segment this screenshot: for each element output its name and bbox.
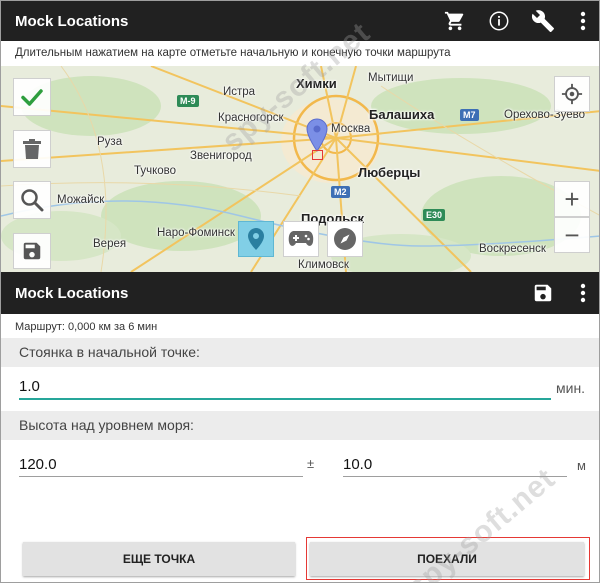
place-istra: Истра bbox=[223, 86, 256, 98]
place-mozhaysk: Можайск bbox=[57, 194, 105, 206]
mode-route-button[interactable] bbox=[238, 221, 274, 257]
place-naro: Наро-Фоминск bbox=[157, 227, 235, 239]
route-summary: Маршрут: 0,000 км за 6 мин bbox=[15, 321, 158, 333]
place-balashikha: Балашиха bbox=[369, 107, 435, 122]
altitude-section-header: Высота над уровнем моря: bbox=[1, 411, 599, 440]
map-pin-icon bbox=[248, 228, 264, 250]
place-voskresensk: Воскресенск bbox=[479, 243, 546, 255]
wrench-icon[interactable] bbox=[521, 1, 565, 41]
app-title: Mock Locations bbox=[15, 12, 129, 30]
mode-compass-button[interactable] bbox=[327, 221, 363, 257]
app-screen: Mock Locations Длительным нажатием на ка… bbox=[0, 0, 600, 583]
zoom-in-button[interactable]: + bbox=[554, 181, 590, 217]
crosshair-icon bbox=[561, 83, 583, 105]
delete-button[interactable] bbox=[13, 130, 51, 168]
place-ruza: Руза bbox=[97, 136, 123, 148]
altitude-unit: м bbox=[577, 458, 586, 473]
place-klimovsk: Климовск bbox=[298, 259, 349, 271]
save-icon[interactable] bbox=[521, 273, 565, 313]
road-shield-m2: M2 bbox=[331, 186, 350, 198]
stay-duration-input[interactable]: 1.0 bbox=[19, 378, 551, 400]
search-button[interactable] bbox=[13, 181, 51, 219]
place-mytishchi: Мытищи bbox=[368, 72, 414, 84]
stay-unit: мин. bbox=[556, 380, 586, 396]
save-icon bbox=[23, 242, 41, 260]
trash-icon bbox=[23, 139, 41, 159]
plus-minus-label: ± bbox=[307, 456, 315, 471]
my-location-button[interactable] bbox=[554, 76, 590, 112]
add-point-button[interactable]: ЕЩЕ ТОЧКА bbox=[23, 542, 295, 576]
confirm-button[interactable] bbox=[13, 78, 51, 116]
place-lyubertsy: Люберцы bbox=[358, 165, 421, 180]
stay-section-header: Стоянка в начальной точке: bbox=[1, 338, 599, 367]
info-icon[interactable] bbox=[477, 1, 521, 41]
save-route-button[interactable] bbox=[13, 233, 51, 269]
mode-joystick-button[interactable] bbox=[283, 221, 319, 257]
zoom-out-button[interactable]: − bbox=[554, 217, 590, 253]
route-app-bar: Mock Locations bbox=[1, 272, 599, 314]
more-vert-icon[interactable] bbox=[565, 273, 599, 313]
compass-icon bbox=[334, 228, 356, 250]
place-tuchkovo: Тучково bbox=[134, 165, 177, 177]
search-icon bbox=[21, 189, 44, 212]
road-shield-m9: M-9 bbox=[177, 95, 199, 107]
road-shield-m7: M7 bbox=[460, 109, 479, 121]
gamepad-icon bbox=[288, 231, 314, 246]
altitude-input[interactable]: 120.0 bbox=[19, 456, 303, 477]
target-square-icon bbox=[312, 150, 323, 160]
road-shield-e30: E30 bbox=[423, 209, 446, 221]
place-moskva: Москва bbox=[331, 123, 371, 135]
top-app-bar: Mock Locations bbox=[1, 1, 599, 41]
cart-icon[interactable] bbox=[433, 1, 477, 41]
route-bar-title: Mock Locations bbox=[15, 284, 129, 302]
more-vert-icon[interactable] bbox=[565, 1, 599, 41]
place-vereya: Верея bbox=[93, 238, 127, 250]
check-icon bbox=[21, 89, 43, 106]
